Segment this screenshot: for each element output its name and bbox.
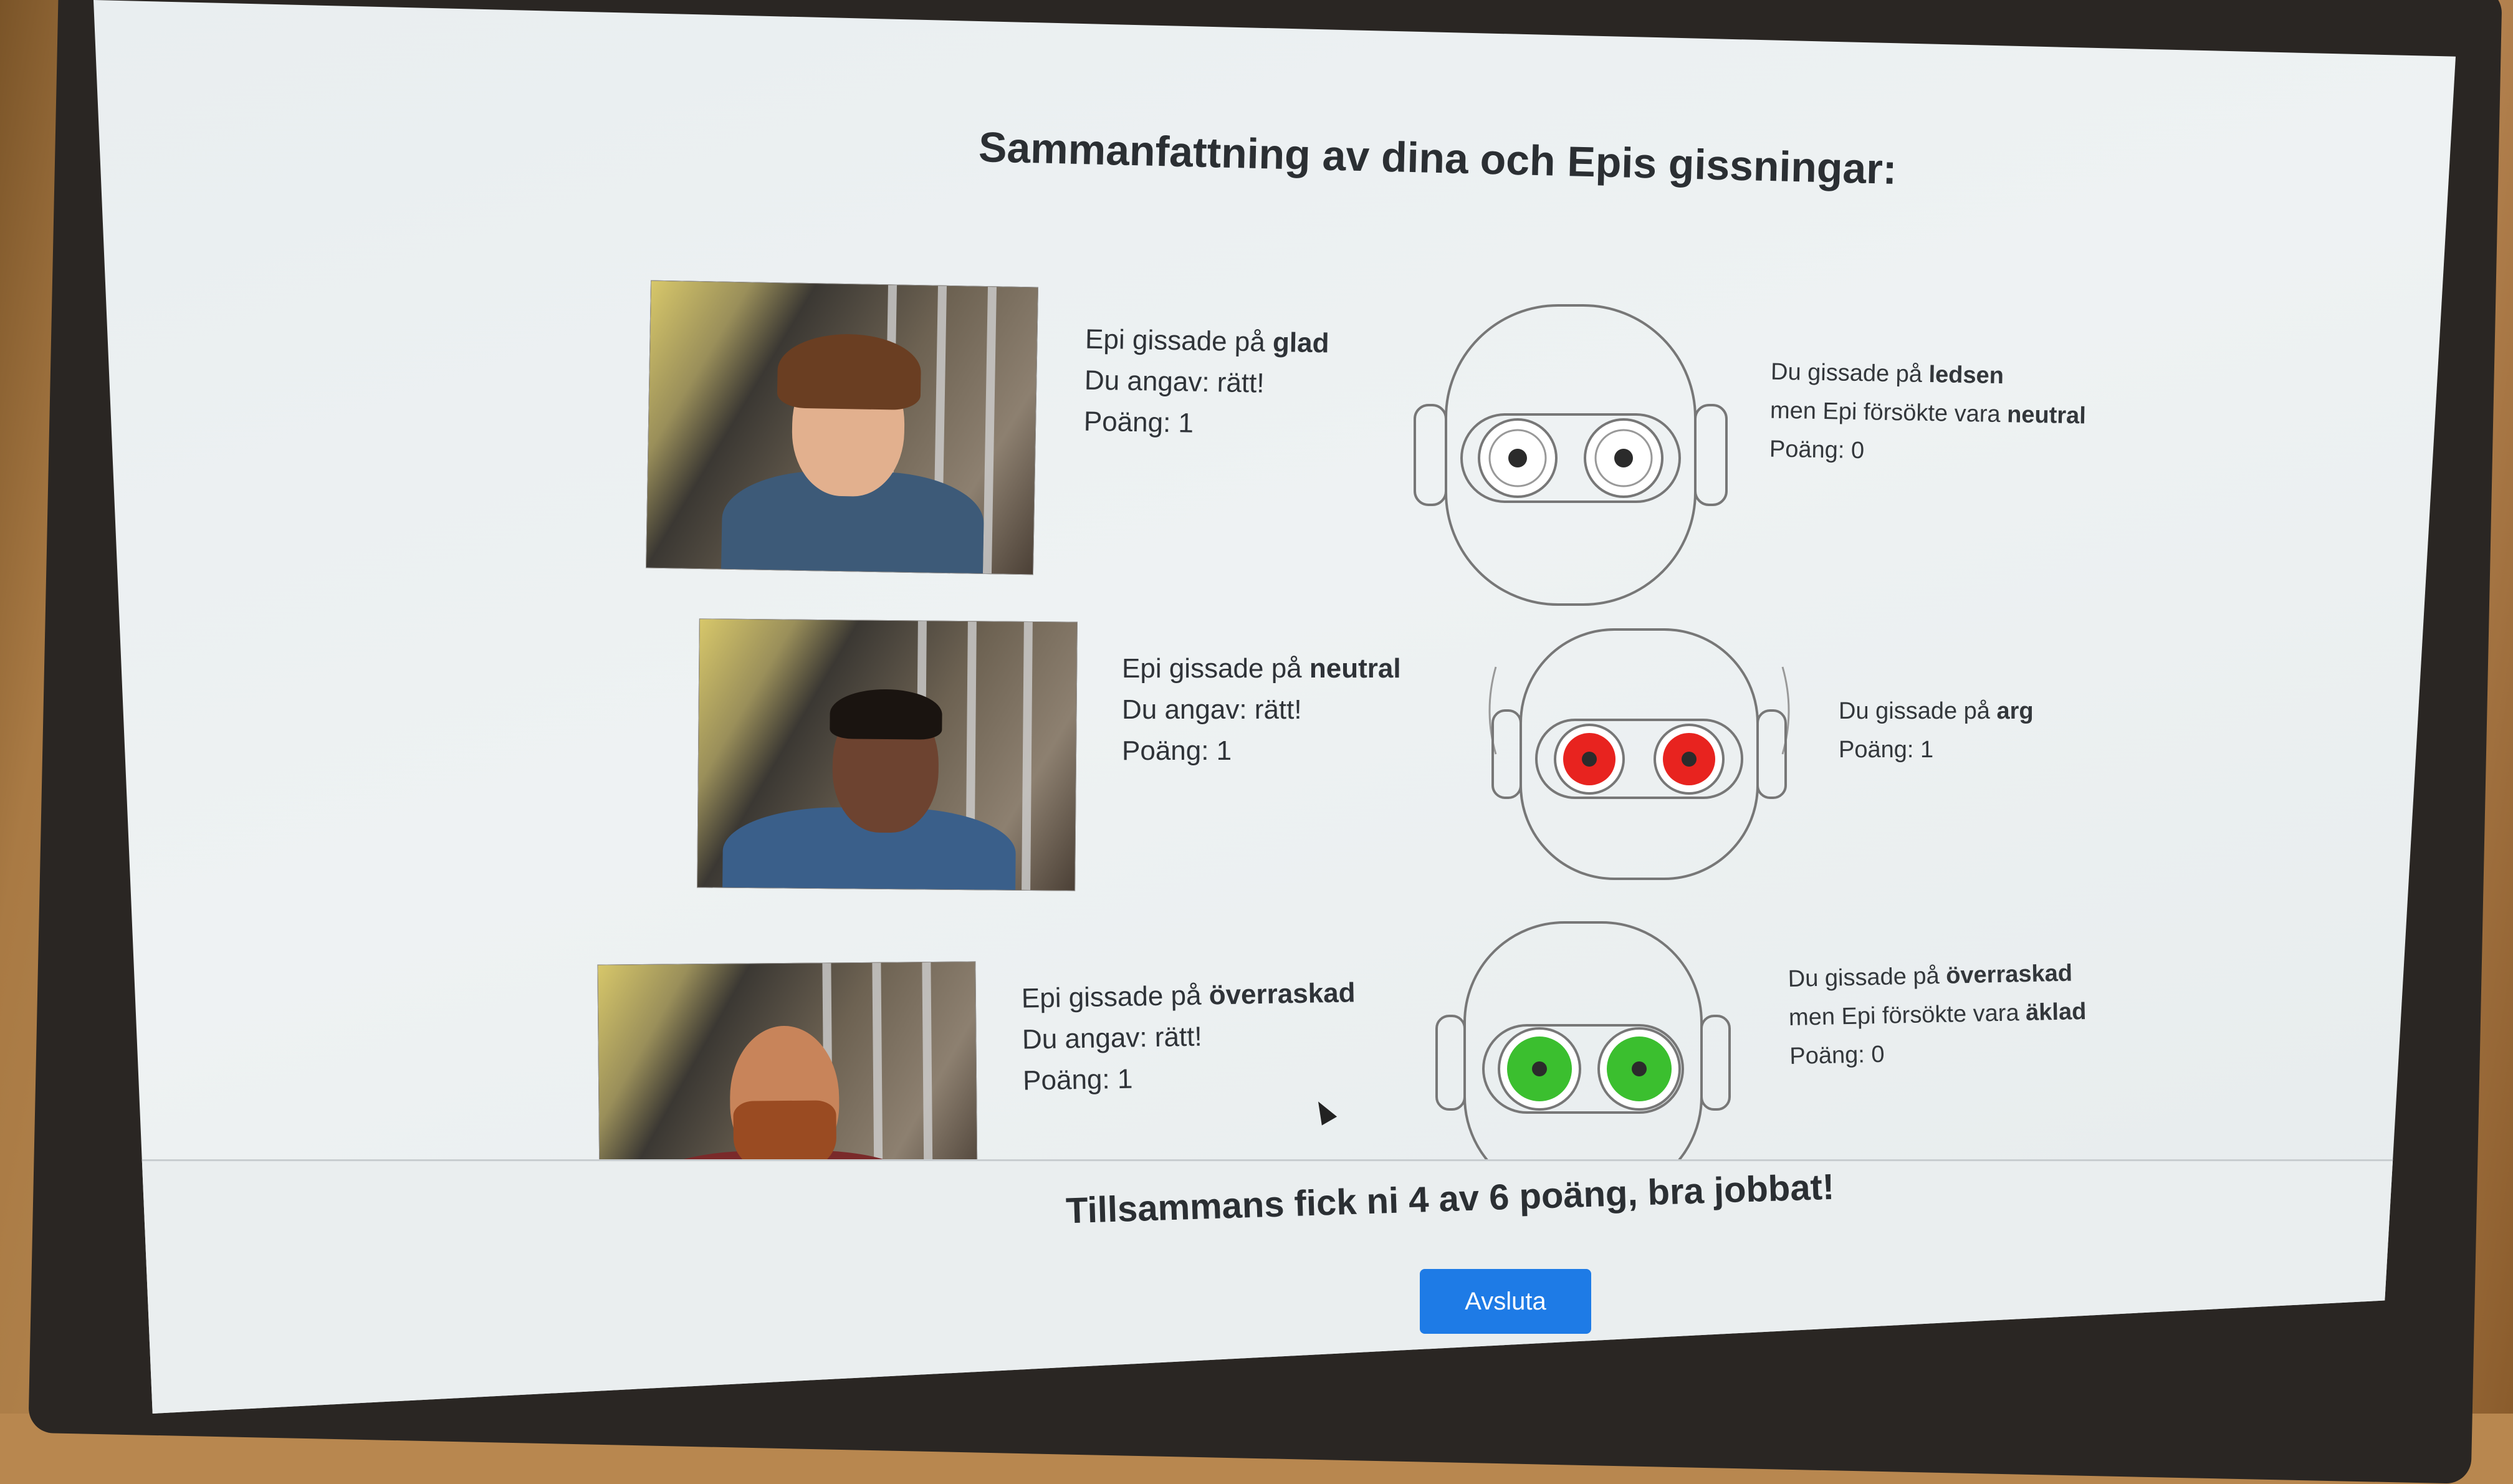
round-2-info: Epi gissade på neutral Du angav: rätt! P… bbox=[1122, 648, 1401, 772]
participant-photo-1 bbox=[646, 280, 1038, 575]
user-guess-line: Du gissade på överraskad bbox=[1788, 960, 2073, 993]
robot-points-line: Poäng: 1 bbox=[1839, 737, 1934, 763]
user-guess: överraskad bbox=[1945, 960, 2073, 989]
user-guess-line: Du gissade på ledsen bbox=[1770, 358, 2004, 390]
points-line: Poäng: 1 bbox=[1022, 1063, 1133, 1096]
robot-points-line: Poäng: 0 bbox=[1769, 436, 1865, 464]
epi-guess-line: Epi gissade på överraskad bbox=[1021, 977, 1356, 1014]
epi-guess-line: Epi gissade på neutral bbox=[1122, 653, 1401, 684]
finish-button[interactable]: Avsluta bbox=[1420, 1269, 1591, 1334]
robot-round-3-info: Du gissade på överraskad men Epi försökt… bbox=[1788, 954, 2087, 1076]
page-content: Sammanfattning av dina och Epis gissning… bbox=[93, 0, 2456, 1414]
epi-guess: glad bbox=[1272, 327, 1329, 359]
round-1-info: Epi gissade på glad Du angav: rätt! Poän… bbox=[1083, 319, 1329, 447]
user-guess-line: Du gissade på arg bbox=[1839, 698, 2034, 724]
robot-face-3 bbox=[1435, 921, 1731, 1159]
epi-tried: neutral bbox=[2006, 401, 2087, 429]
user-answer-line: Du angav: rätt! bbox=[1022, 1021, 1203, 1055]
robot-round-1-info: Du gissade på ledsen men Epi försökte va… bbox=[1769, 353, 2087, 474]
user-answer-line: Du angav: rätt! bbox=[1084, 365, 1265, 399]
epi-tried-line: men Epi försökte vara neutral bbox=[1769, 397, 2087, 429]
page-title: Sammanfattning av dina och Epis gissning… bbox=[978, 123, 1898, 193]
robot-face-1 bbox=[1414, 304, 1728, 606]
user-guess: arg bbox=[1996, 698, 2034, 724]
points-line: Poäng: 1 bbox=[1122, 735, 1232, 766]
mouse-cursor-icon bbox=[1310, 1097, 1338, 1126]
epi-guess-line: Epi gissade på glad bbox=[1084, 323, 1329, 359]
screen: Sammanfattning av dina och Epis gissning… bbox=[93, 0, 2456, 1414]
robot-points-line: Poäng: 0 bbox=[1789, 1041, 1885, 1070]
participant-photo-3 bbox=[597, 961, 978, 1194]
points-line: Poäng: 1 bbox=[1083, 406, 1194, 439]
epi-guess: överraskad bbox=[1209, 977, 1356, 1011]
robot-face-2 bbox=[1488, 628, 1790, 880]
participant-photo-2 bbox=[697, 618, 1078, 891]
epi-tried: äklad bbox=[2025, 998, 2087, 1027]
epi-guess: neutral bbox=[1309, 653, 1401, 684]
robot-round-2-info: Du gissade på arg Poäng: 1 bbox=[1839, 692, 2034, 769]
user-answer-line: Du angav: rätt! bbox=[1122, 694, 1302, 725]
user-guess: ledsen bbox=[1928, 361, 2004, 390]
epi-tried-line: men Epi försökte vara äklad bbox=[1788, 998, 2087, 1031]
round-3-info: Epi gissade på överraskad Du angav: rätt… bbox=[1021, 972, 1357, 1101]
